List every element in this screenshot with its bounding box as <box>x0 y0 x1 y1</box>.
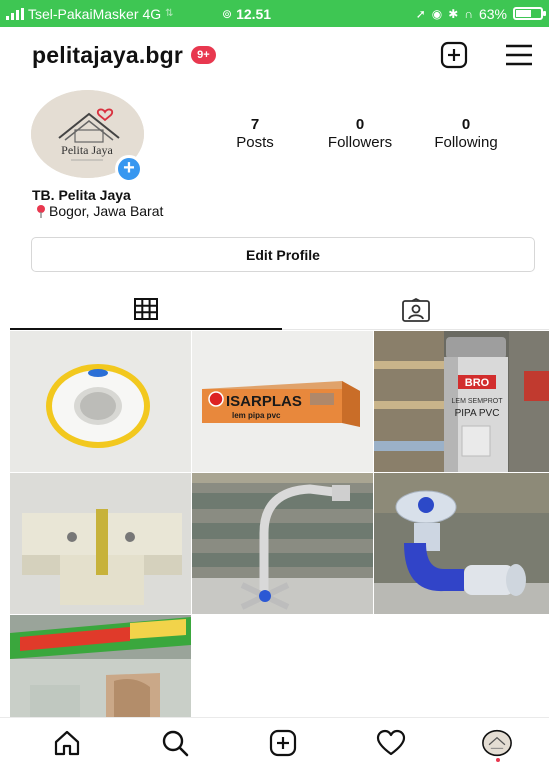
headset-icon: ∩ <box>464 6 473 21</box>
add-story-button[interactable]: + <box>115 155 143 183</box>
post-thumbnail[interactable] <box>10 331 191 472</box>
post-thumbnail[interactable]: ISARPLAS lem pipa pvc <box>192 331 373 472</box>
status-bar: Tsel-PakaiMasker 4G ⇅ ⊚ 12.51 ➚ ◉ ✱ ∩ 63… <box>0 0 549 27</box>
carrier-name: Tsel-PakaiMasker <box>28 5 139 22</box>
notification-badge[interactable]: 9+ <box>191 46 216 64</box>
post-image-isarplas-box: ISARPLAS lem pipa pvc <box>192 331 373 472</box>
profile-avatar-icon <box>482 729 512 757</box>
profile-header: pelitajaya.bgr 9+ <box>0 27 549 83</box>
location-row: Bogor, Jawa Barat <box>36 203 163 219</box>
location-text: Bogor, Jawa Barat <box>49 203 164 219</box>
nav-search[interactable] <box>160 728 190 758</box>
posts-label: Posts <box>236 134 274 151</box>
post-thumbnail[interactable]: BRO LEM SEMPROT PIPA PVC <box>374 331 549 472</box>
tab-tagged[interactable] <box>282 290 549 330</box>
post-image-faucet <box>192 473 373 614</box>
add-post-icon <box>269 729 297 757</box>
post-image-seal-tape <box>10 331 191 472</box>
data-arrows-icon: ⇅ <box>165 8 174 19</box>
isarplas-sub-text: lem pipa pvc <box>232 411 281 420</box>
post-image-pipe-clamp <box>10 473 191 614</box>
location-arrow-icon: ➚ <box>415 6 426 21</box>
mute-icon: ✱ <box>448 6 459 21</box>
followers-stat[interactable]: 0 Followers <box>320 116 400 151</box>
tab-posts-grid[interactable] <box>10 290 282 330</box>
post-thumbnail[interactable] <box>192 473 373 614</box>
grid-icon <box>134 298 158 320</box>
post-image-blue-tap <box>374 473 549 614</box>
pin-icon <box>37 204 45 218</box>
post-image-spray-can: BRO LEM SEMPROT PIPA PVC <box>374 331 549 472</box>
search-icon <box>162 730 189 757</box>
post-thumbnail[interactable] <box>374 473 549 614</box>
nav-activity[interactable] <box>376 728 406 758</box>
display-name: TB. Pelita Jaya <box>32 187 131 203</box>
battery-percent: 63% <box>478 5 507 22</box>
following-stat[interactable]: 0 Following <box>426 116 506 151</box>
menu-icon[interactable] <box>504 43 534 67</box>
nav-profile[interactable] <box>482 728 512 758</box>
hotspot-icon: ⊚ <box>222 6 233 21</box>
home-icon <box>54 730 80 756</box>
signal-icon <box>6 7 24 20</box>
post-image-packaged-item <box>10 615 191 718</box>
battery-icon <box>513 7 546 20</box>
followers-count: 0 <box>355 116 365 133</box>
followers-label: Followers <box>327 134 393 151</box>
edit-profile-button[interactable]: Edit Profile <box>31 237 535 272</box>
post-thumbnail[interactable] <box>10 473 191 614</box>
isarplas-brand-text: ISARPLAS <box>226 393 302 410</box>
following-count: 0 <box>461 116 471 133</box>
alarm-icon: ◉ <box>431 6 443 21</box>
profile-active-dot <box>496 758 500 762</box>
new-post-icon[interactable] <box>440 41 468 69</box>
bottom-navigation <box>0 717 549 762</box>
tagged-person-icon <box>401 297 430 322</box>
spray-label-text: LEM SEMPROT <box>452 398 504 405</box>
posts-stat[interactable]: 7 Posts <box>225 116 285 151</box>
spray-sub-text: PIPA PVC <box>455 408 500 419</box>
spray-brand-text: BRO <box>465 377 490 389</box>
status-time: 12.51 <box>236 5 272 22</box>
nav-create[interactable] <box>268 728 298 758</box>
heart-icon <box>376 729 406 756</box>
nav-home[interactable] <box>52 728 82 758</box>
following-label: Following <box>434 134 498 151</box>
header-username[interactable]: pelitajaya.bgr <box>32 42 183 69</box>
logo-text: Pelita Jaya <box>61 143 113 157</box>
network-type: 4G <box>142 5 162 22</box>
post-thumbnail[interactable] <box>10 615 191 718</box>
posts-count: 7 <box>250 116 260 133</box>
